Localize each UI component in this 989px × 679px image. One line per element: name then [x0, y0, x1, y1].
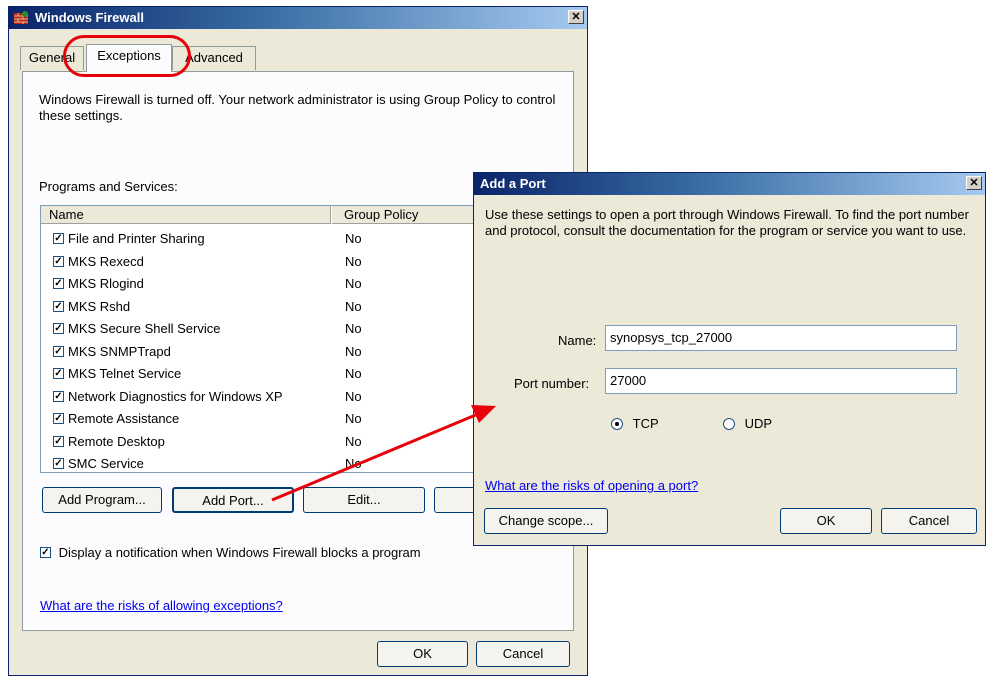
row-group-policy: No — [345, 411, 362, 426]
row-checkbox[interactable]: ✓ — [53, 278, 64, 290]
row-checkbox[interactable]: ✓ — [53, 390, 64, 402]
row-name: SMC Service — [68, 456, 144, 471]
list-item[interactable]: ✓ File and Printer Sharing No — [41, 228, 479, 250]
highlight-ellipse — [63, 35, 191, 77]
row-group-policy: No — [345, 298, 362, 314]
programs-label: Programs and Services: — [39, 179, 178, 194]
list-item[interactable]: ✓ Remote Desktop No — [41, 431, 479, 453]
add-port-cancel-button[interactable]: Cancel — [881, 508, 977, 534]
list-item[interactable]: ✓ MKS SNMPTrapd No — [41, 341, 479, 363]
row-name: File and Printer Sharing — [68, 231, 205, 246]
row-group-policy: No — [345, 366, 362, 381]
row-name: Remote Desktop — [68, 433, 165, 449]
row-group-policy: No — [345, 456, 362, 471]
row-name: MKS Rlogind — [68, 276, 144, 291]
name-label: Name: — [558, 333, 597, 348]
row-group-policy: No — [345, 343, 362, 359]
notify-checkbox-row[interactable]: ✓ Display a notification when Windows Fi… — [40, 545, 421, 560]
policy-notice: Windows Firewall is turned off. Your net… — [39, 92, 556, 123]
row-checkbox[interactable]: ✓ — [53, 458, 64, 470]
row-name: MKS Telnet Service — [68, 366, 182, 381]
firewall-app-icon — [14, 11, 28, 24]
change-scope-button[interactable]: Change scope... — [484, 508, 608, 534]
window-title: Windows Firewall — [35, 10, 144, 25]
opening-port-risk-link[interactable]: What are the risks of opening a port? — [485, 478, 698, 493]
row-checkbox[interactable]: ✓ — [53, 255, 64, 267]
port-number-field[interactable]: 27000 — [605, 368, 957, 394]
row-name: MKS Rexecd — [68, 253, 144, 269]
list-item[interactable]: ✓ MKS Rlogind No — [41, 273, 479, 295]
udp-radio[interactable] — [723, 417, 735, 430]
udp-option[interactable]: UDP — [723, 416, 772, 431]
list-item[interactable]: ✓ Remote Assistance No — [41, 408, 479, 430]
tcp-option[interactable]: TCP — [611, 416, 659, 431]
row-checkbox[interactable]: ✓ — [53, 413, 64, 425]
add-port-title-bar[interactable]: Add a Port ✕ — [474, 173, 985, 195]
row-group-policy: No — [345, 231, 362, 246]
list-item[interactable]: ✓ MKS Telnet Service No — [41, 363, 479, 385]
add-port-button[interactable]: Add Port... — [172, 487, 294, 513]
row-checkbox[interactable]: ✓ — [53, 233, 64, 245]
add-port-description: Use these settings to open a port throug… — [485, 207, 969, 238]
add-port-ok-button[interactable]: OK — [780, 508, 872, 534]
firewall-ok-button[interactable]: OK — [377, 641, 468, 667]
column-header-group-policy[interactable]: Group Policy — [332, 206, 479, 224]
list-item[interactable]: ✓ MKS Rshd No — [41, 296, 479, 318]
add-port-close-icon[interactable]: ✕ — [966, 176, 982, 190]
row-checkbox[interactable]: ✓ — [53, 435, 64, 447]
title-bar[interactable]: Windows Firewall ✕ — [9, 7, 587, 29]
edit-button[interactable]: Edit... — [303, 487, 425, 513]
add-program-button[interactable]: Add Program... — [42, 487, 162, 513]
port-name-field[interactable]: synopsys_tcp_27000 — [605, 325, 957, 351]
add-port-dialog: Add a Port ✕ Use these settings to open … — [473, 172, 986, 546]
row-group-policy: No — [345, 253, 362, 269]
tcp-radio[interactable] — [611, 417, 623, 430]
list-item[interactable]: ✓ SMC Service No — [41, 453, 479, 472]
row-name: MKS SNMPTrapd — [68, 343, 171, 359]
row-name: MKS Rshd — [68, 298, 131, 314]
row-group-policy: No — [345, 433, 362, 449]
list-item[interactable]: ✓ MKS Secure Shell Service No — [41, 318, 479, 340]
allowing-exceptions-risk-link[interactable]: What are the risks of allowing exception… — [40, 598, 283, 613]
port-number-label: Port number: — [514, 376, 590, 391]
programs-list[interactable]: Name Group Policy ✓ File and Printer Shar… — [40, 205, 480, 473]
row-group-policy: No — [345, 276, 362, 291]
row-checkbox[interactable]: ✓ — [53, 368, 64, 380]
list-item[interactable]: ✓ MKS Rexecd No — [41, 251, 479, 273]
firewall-cancel-button[interactable]: Cancel — [476, 641, 570, 667]
row-group-policy: No — [345, 388, 362, 404]
row-checkbox[interactable]: ✓ — [53, 323, 64, 335]
column-header-name[interactable]: Name — [41, 206, 331, 224]
notify-checkbox[interactable]: ✓ — [40, 547, 51, 559]
close-icon[interactable]: ✕ — [568, 10, 584, 24]
row-checkbox[interactable]: ✓ — [53, 300, 64, 312]
row-checkbox[interactable]: ✓ — [53, 345, 64, 357]
row-name: MKS Secure Shell Service — [68, 321, 221, 336]
row-name: Remote Assistance — [68, 411, 180, 426]
add-port-title: Add a Port — [480, 176, 546, 191]
row-group-policy: No — [345, 321, 362, 336]
row-name: Network Diagnostics for Windows XP — [68, 388, 283, 404]
list-item[interactable]: ✓ Network Diagnostics for Windows XP No — [41, 386, 479, 408]
